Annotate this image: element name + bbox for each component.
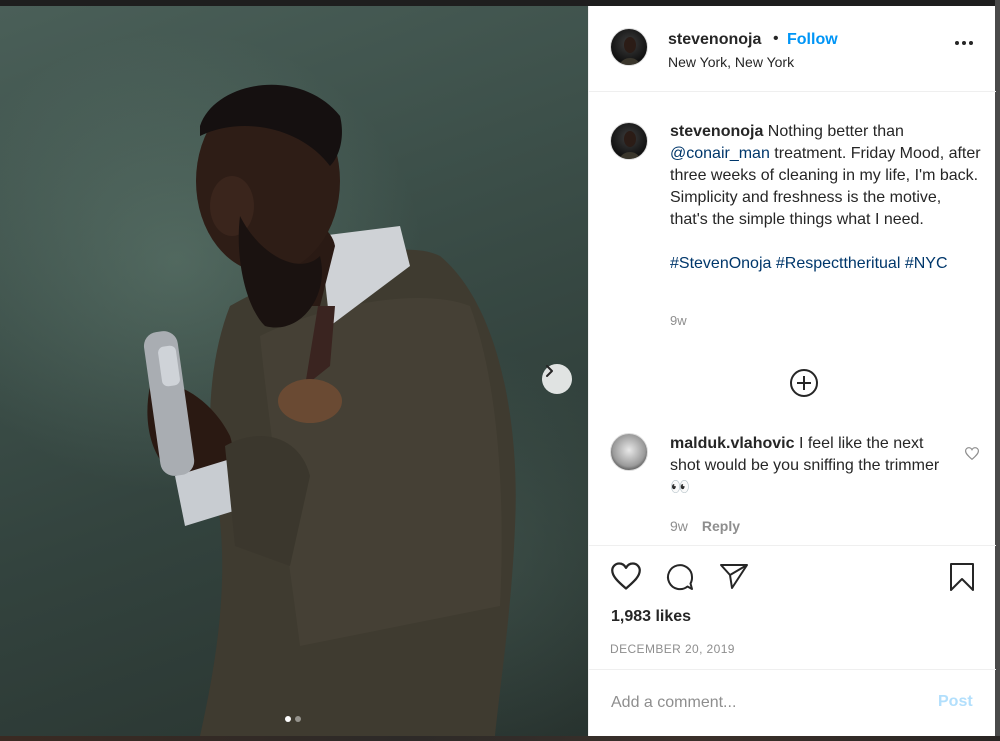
- avatar[interactable]: [610, 28, 648, 66]
- carousel-dot-active: [285, 716, 291, 722]
- hashtag-link[interactable]: #NYC: [905, 255, 948, 272]
- post-username[interactable]: stevenonoja: [668, 31, 761, 49]
- add-comment-bar: Post: [589, 669, 996, 736]
- background-strip-bottom: [0, 736, 1000, 741]
- comment-input[interactable]: [611, 690, 911, 716]
- comments-section[interactable]: stevenonoja Nothing better than @conair_…: [589, 93, 996, 545]
- caption-mention[interactable]: @conair_man: [670, 145, 770, 162]
- chevron-right-icon: [546, 365, 553, 377]
- carousel-dots: [285, 716, 301, 722]
- post-location[interactable]: New York, New York: [668, 54, 794, 70]
- separator-bullet: •: [773, 30, 779, 47]
- post-photo[interactable]: [0, 6, 588, 736]
- comment-text: malduk.vlahovic I feel like the next sho…: [670, 433, 955, 499]
- caption-hashtags: #StevenOnoja #Respecttheritual #NYC: [670, 253, 982, 275]
- caption-text-before: Nothing better than: [763, 123, 904, 140]
- heart-icon[interactable]: [611, 562, 641, 590]
- commenter-avatar[interactable]: [610, 433, 648, 471]
- next-slide-button[interactable]: [542, 364, 572, 394]
- post-actions: 1,983 likes DECEMBER 20, 2019: [589, 545, 996, 669]
- post-header: stevenonoja • Follow New York, New York: [589, 6, 996, 92]
- post-details-panel: stevenonoja • Follow New York, New York …: [588, 6, 996, 736]
- more-horizontal-icon[interactable]: [954, 40, 974, 46]
- avatar-image: [619, 37, 641, 65]
- comment-like-heart-icon[interactable]: [965, 447, 979, 460]
- post-caption: stevenonoja Nothing better than @conair_…: [670, 121, 982, 275]
- commenter-username[interactable]: malduk.vlahovic: [670, 435, 795, 452]
- comment-meta: 9w Reply: [670, 518, 740, 534]
- portrait-illustration: [143, 84, 516, 736]
- hashtag-link[interactable]: #Respecttheritual: [776, 255, 901, 272]
- comment-timestamp[interactable]: 9w: [670, 518, 688, 534]
- follow-button[interactable]: Follow: [787, 31, 838, 49]
- plus-circle-icon[interactable]: [789, 368, 819, 398]
- post-comment-button[interactable]: Post: [938, 693, 973, 711]
- share-icon[interactable]: [719, 562, 749, 590]
- caption-timestamp[interactable]: 9w: [670, 313, 687, 328]
- post-date[interactable]: DECEMBER 20, 2019: [610, 642, 735, 656]
- carousel-dot: [295, 716, 301, 722]
- bookmark-icon[interactable]: [949, 562, 975, 592]
- comment-icon[interactable]: [665, 562, 695, 592]
- caption-username[interactable]: stevenonoja: [670, 123, 763, 140]
- hashtag-link[interactable]: #StevenOnoja: [670, 255, 771, 272]
- likes-count[interactable]: 1,983 likes: [611, 608, 691, 626]
- reply-button[interactable]: Reply: [702, 518, 740, 534]
- caption-avatar[interactable]: [610, 122, 648, 160]
- avatar-image: [619, 131, 641, 159]
